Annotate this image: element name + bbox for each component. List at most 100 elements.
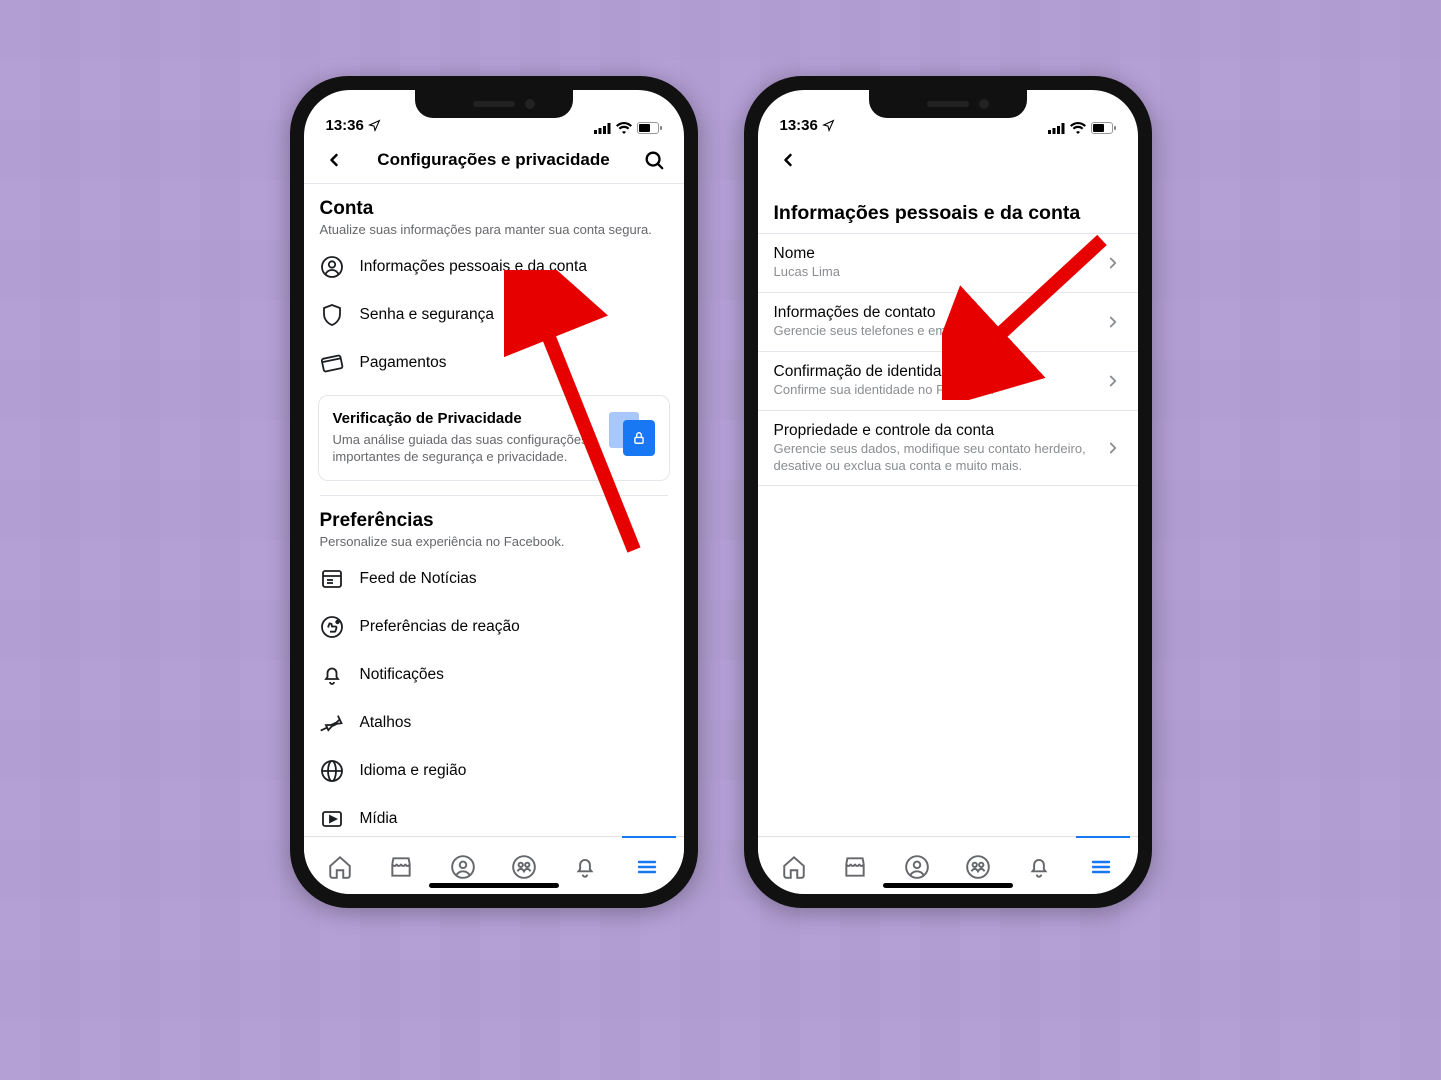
- privacy-check-card[interactable]: Verificação de Privacidade Uma análise g…: [318, 395, 670, 481]
- row-reactions-label: Preferências de reação: [360, 618, 520, 636]
- bell-icon: [320, 663, 344, 687]
- tab-home[interactable]: [774, 847, 814, 887]
- setting-ownership-title: Propriedade e controle da conta: [774, 422, 1094, 440]
- tab-menu[interactable]: [1081, 847, 1121, 887]
- phone-left: 13:36 Configurações e privacidade: [290, 76, 698, 908]
- content-scroll[interactable]: Informações pessoais e da conta Nome Luc…: [758, 184, 1138, 836]
- privacy-card-desc: Uma análise guiada das suas configuraçõe…: [333, 431, 595, 466]
- header-title: Configurações e privacidade: [348, 150, 640, 170]
- content-scroll[interactable]: Conta Atualize suas informações para man…: [304, 184, 684, 836]
- notch: [869, 90, 1027, 118]
- setting-contact-title: Informações de contato: [774, 304, 1094, 322]
- row-media-label: Mídia: [360, 810, 398, 828]
- notch: [415, 90, 573, 118]
- section-account-subtitle: Atualize suas informações para manter su…: [320, 222, 668, 239]
- tab-notifications[interactable]: [1019, 847, 1059, 887]
- setting-name-title: Nome: [774, 245, 1094, 263]
- setting-ownership[interactable]: Propriedade e controle da conta Gerencie…: [758, 410, 1138, 487]
- row-media[interactable]: Mídia: [304, 795, 684, 835]
- home-indicator[interactable]: [883, 883, 1013, 888]
- row-feed[interactable]: Feed de Notícias: [304, 555, 684, 603]
- row-payments[interactable]: Pagamentos: [304, 339, 684, 387]
- tab-menu[interactable]: [627, 847, 667, 887]
- wifi-icon: [1070, 122, 1086, 134]
- bell-outline-icon: [1026, 854, 1052, 880]
- tab-marketplace[interactable]: [835, 847, 875, 887]
- setting-identity-title: Confirmação de identidade: [774, 363, 1094, 381]
- row-feed-label: Feed de Notícias: [360, 570, 477, 588]
- home-icon: [781, 854, 807, 880]
- row-language-label: Idioma e região: [360, 762, 467, 780]
- setting-contact[interactable]: Informações de contato Gerencie seus tel…: [758, 292, 1138, 351]
- back-button[interactable]: [774, 146, 802, 174]
- privacy-card-title: Verificação de Privacidade: [333, 410, 595, 427]
- cellular-signal-icon: [594, 123, 611, 134]
- row-language[interactable]: Idioma e região: [304, 747, 684, 795]
- home-icon: [327, 854, 353, 880]
- row-personal-info-label: Informações pessoais e da conta: [360, 258, 587, 276]
- hamburger-icon: [635, 855, 659, 879]
- chevron-right-icon: [1104, 372, 1122, 390]
- row-reactions[interactable]: Preferências de reação: [304, 603, 684, 651]
- hamburger-icon: [1089, 855, 1113, 879]
- row-notifications-label: Notificações: [360, 666, 444, 684]
- store-icon: [842, 854, 868, 880]
- chevron-right-icon: [1104, 313, 1122, 331]
- active-tab-indicator: [1076, 836, 1130, 838]
- setting-identity[interactable]: Confirmação de identidade Confirme sua i…: [758, 351, 1138, 410]
- setting-identity-sub: Confirme sua identidade no Facebook: [774, 382, 1094, 399]
- lock-icon: [632, 430, 646, 446]
- section-prefs-subtitle: Personalize sua experiência no Facebook.: [320, 534, 668, 551]
- tab-groups[interactable]: [504, 847, 544, 887]
- tab-profile[interactable]: [897, 847, 937, 887]
- like-icon: [320, 615, 344, 639]
- groups-icon: [511, 854, 537, 880]
- setting-ownership-sub: Gerencie seus dados, modifique seu conta…: [774, 441, 1094, 475]
- tab-profile[interactable]: [443, 847, 483, 887]
- home-indicator[interactable]: [429, 883, 559, 888]
- wifi-icon: [616, 122, 632, 134]
- row-password-security[interactable]: Senha e segurança: [304, 291, 684, 339]
- profile-icon: [904, 854, 930, 880]
- nav-header: Configurações e privacidade: [304, 136, 684, 184]
- location-arrow-icon: [822, 119, 835, 132]
- search-icon: [643, 149, 665, 171]
- tab-groups[interactable]: [958, 847, 998, 887]
- tab-marketplace[interactable]: [381, 847, 421, 887]
- pin-icon: [320, 711, 344, 735]
- search-button[interactable]: [640, 146, 668, 174]
- active-tab-indicator: [622, 836, 676, 838]
- person-circle-icon: [320, 255, 344, 279]
- nav-header: [758, 136, 1138, 184]
- tab-home[interactable]: [320, 847, 360, 887]
- section-prefs-title: Preferências: [320, 510, 668, 532]
- location-arrow-icon: [368, 119, 381, 132]
- tab-notifications[interactable]: [565, 847, 605, 887]
- battery-icon: [1091, 122, 1116, 134]
- newspaper-icon: [320, 567, 344, 591]
- status-time: 13:36: [326, 117, 364, 134]
- row-personal-info[interactable]: Informações pessoais e da conta: [304, 243, 684, 291]
- status-time: 13:36: [780, 117, 818, 134]
- chevron-left-icon: [324, 150, 344, 170]
- play-rect-icon: [320, 807, 344, 831]
- phone-right: 13:36 Informações pessoais e da conta: [744, 76, 1152, 908]
- groups-icon: [965, 854, 991, 880]
- row-shortcuts[interactable]: Atalhos: [304, 699, 684, 747]
- page-title: Informações pessoais e da conta: [758, 184, 1138, 233]
- chevron-right-icon: [1104, 254, 1122, 272]
- row-password-security-label: Senha e segurança: [360, 306, 494, 324]
- profile-icon: [450, 854, 476, 880]
- section-account-title: Conta: [320, 198, 668, 220]
- chevron-left-icon: [778, 150, 798, 170]
- setting-name-value: Lucas Lima: [774, 264, 1094, 281]
- setting-name[interactable]: Nome Lucas Lima: [758, 233, 1138, 292]
- setting-contact-sub: Gerencie seus telefones e emails: [774, 323, 1094, 340]
- card-icon: [320, 351, 344, 375]
- row-payments-label: Pagamentos: [360, 354, 447, 372]
- back-button[interactable]: [320, 146, 348, 174]
- chevron-right-icon: [1104, 439, 1122, 457]
- battery-icon: [637, 122, 662, 134]
- shield-icon: [320, 303, 344, 327]
- row-notifications[interactable]: Notificações: [304, 651, 684, 699]
